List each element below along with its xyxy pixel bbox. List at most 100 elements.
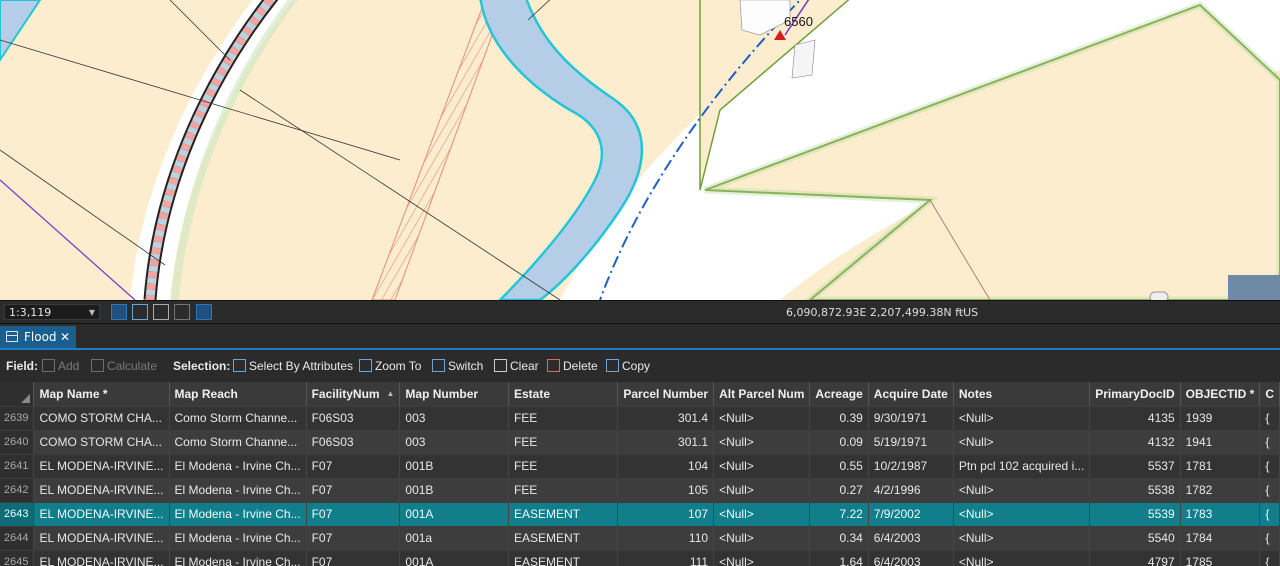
chevron-down-icon[interactable]: ⌵: [957, 306, 965, 317]
tab-flood[interactable]: Flood ✕: [0, 326, 76, 348]
table-cell[interactable]: 003: [399, 430, 509, 455]
row-number[interactable]: 2641: [0, 454, 35, 479]
layers-icon[interactable]: [132, 304, 148, 320]
table-cell[interactable]: F07: [306, 454, 401, 479]
table-cell[interactable]: 111: [617, 550, 715, 566]
column-header[interactable]: Map Name *: [33, 382, 170, 407]
table-cell[interactable]: 107: [617, 502, 715, 527]
table-cell[interactable]: 4/2/1996: [868, 478, 954, 503]
table-cell[interactable]: EL MODENA-IRVINE...: [33, 550, 170, 566]
table-cell[interactable]: {: [1259, 430, 1280, 455]
table-cell[interactable]: El Modena - Irvine Ch...: [169, 550, 307, 566]
table-cell[interactable]: 5539: [1089, 502, 1181, 527]
table-cell[interactable]: <Null>: [953, 526, 1091, 551]
table-cell[interactable]: EL MODENA-IRVINE...: [33, 454, 170, 479]
table-cell[interactable]: EASEMENT: [508, 526, 619, 551]
table-cell[interactable]: FEE: [508, 406, 619, 431]
table-cell[interactable]: COMO STORM CHA...: [33, 430, 170, 455]
table-cell[interactable]: <Null>: [713, 550, 811, 566]
table-cell[interactable]: <Null>: [713, 526, 811, 551]
table-cell[interactable]: 4797: [1089, 550, 1181, 566]
table-cell[interactable]: 001A: [399, 502, 509, 527]
table-cell[interactable]: 5540: [1089, 526, 1181, 551]
table-cell[interactable]: 301.4: [617, 406, 715, 431]
table-cell[interactable]: <Null>: [713, 454, 811, 479]
table-cell[interactable]: <Null>: [953, 550, 1091, 566]
table-icon[interactable]: [153, 304, 169, 320]
table-cell[interactable]: 301.1: [617, 430, 715, 455]
table-cell[interactable]: {: [1259, 454, 1280, 479]
table-cell[interactable]: 5538: [1089, 478, 1181, 503]
table-cell[interactable]: EASEMENT: [508, 550, 619, 566]
column-header[interactable]: OBJECTID *: [1180, 382, 1261, 407]
scale-selector[interactable]: 1:3,119 ▼: [4, 304, 100, 320]
close-icon[interactable]: ✕: [60, 326, 70, 348]
table-cell[interactable]: F07: [306, 550, 401, 566]
table-cell[interactable]: COMO STORM CHA...: [33, 406, 170, 431]
table-cell[interactable]: 001a: [399, 526, 509, 551]
table-cell[interactable]: 110: [617, 526, 715, 551]
table-cell[interactable]: 1939: [1180, 406, 1261, 431]
table-cell[interactable]: 1.64: [809, 550, 869, 566]
table-cell[interactable]: 003: [399, 406, 509, 431]
table-cell[interactable]: 001B: [399, 454, 509, 479]
map-canvas[interactable]: [0, 0, 1280, 300]
table-row[interactable]: 2643 EL MODENA-IRVINE... El Modena - Irvin…: [0, 502, 1280, 527]
column-header[interactable]: Map Number: [399, 382, 509, 407]
table-cell[interactable]: 1784: [1180, 526, 1261, 551]
table-cell[interactable]: FEE: [508, 478, 619, 503]
column-header[interactable]: Acquire Date: [868, 382, 954, 407]
delete-button[interactable]: Delete: [547, 359, 598, 373]
table-cell[interactable]: FEE: [508, 430, 619, 455]
table-cell[interactable]: 001B: [399, 478, 509, 503]
column-header[interactable]: C: [1259, 382, 1280, 407]
chevron-down-icon[interactable]: ▼: [89, 305, 95, 321]
table-cell[interactable]: <Null>: [953, 406, 1091, 431]
row-number[interactable]: 2643: [0, 502, 35, 527]
add-field-button[interactable]: Add: [42, 359, 79, 373]
column-header[interactable]: FacilityNum ▲: [306, 382, 401, 407]
table-cell[interactable]: El Modena - Irvine Ch...: [169, 478, 307, 503]
table-cell[interactable]: Ptn pcl 102 acquired i...: [953, 454, 1091, 479]
table-cell[interactable]: <Null>: [713, 478, 811, 503]
table-cell[interactable]: 0.39: [809, 406, 869, 431]
table-row[interactable]: 2641 EL MODENA-IRVINE... El Modena - Irvin…: [0, 454, 1280, 479]
table-row[interactable]: 2642 EL MODENA-IRVINE... El Modena - Irvin…: [0, 478, 1280, 503]
map-handle[interactable]: [1149, 291, 1169, 300]
table-cell[interactable]: 104: [617, 454, 715, 479]
table-cell[interactable]: 1941: [1180, 430, 1261, 455]
select-all-corner[interactable]: [0, 382, 35, 407]
table-cell[interactable]: 7.22: [809, 502, 869, 527]
table-cell[interactable]: F06S03: [306, 406, 401, 431]
table-cell[interactable]: F07: [306, 526, 401, 551]
table-cell[interactable]: F07: [306, 478, 401, 503]
map-view[interactable]: 6560: [0, 0, 1280, 300]
table-cell[interactable]: EASEMENT: [508, 502, 619, 527]
column-header[interactable]: Parcel Number: [617, 382, 715, 407]
table-cell[interactable]: {: [1259, 550, 1280, 566]
table-cell[interactable]: 1782: [1180, 478, 1261, 503]
table-cell[interactable]: El Modena - Irvine Ch...: [169, 502, 307, 527]
table-cell[interactable]: 6/4/2003: [868, 550, 954, 566]
table-cell[interactable]: {: [1259, 478, 1280, 503]
table-cell[interactable]: El Modena - Irvine Ch...: [169, 454, 307, 479]
table-cell[interactable]: 1785: [1180, 550, 1261, 566]
column-header[interactable]: Estate: [508, 382, 619, 407]
table-cell[interactable]: <Null>: [953, 478, 1091, 503]
column-header[interactable]: PrimaryDocID: [1089, 382, 1181, 407]
table-cell[interactable]: <Null>: [953, 430, 1091, 455]
table-row[interactable]: 2644 EL MODENA-IRVINE... El Modena - Irvin…: [0, 526, 1280, 551]
table-cell[interactable]: 0.27: [809, 478, 869, 503]
table-cell[interactable]: 5537: [1089, 454, 1181, 479]
column-header[interactable]: Acreage: [809, 382, 869, 407]
table-cell[interactable]: 4135: [1089, 406, 1181, 431]
table-cell[interactable]: 1781: [1180, 454, 1261, 479]
table-cell[interactable]: 7/9/2002: [868, 502, 954, 527]
table-cell[interactable]: EL MODENA-IRVINE...: [33, 478, 170, 503]
table-cell[interactable]: 4132: [1089, 430, 1181, 455]
row-number[interactable]: 2640: [0, 430, 35, 455]
crosshair-icon[interactable]: [174, 304, 190, 320]
table-cell[interactable]: F06S03: [306, 430, 401, 455]
attribute-table[interactable]: Map Name * Map Reach FacilityNum ▲ Map Nu…: [0, 382, 1280, 566]
table-cell[interactable]: <Null>: [713, 406, 811, 431]
